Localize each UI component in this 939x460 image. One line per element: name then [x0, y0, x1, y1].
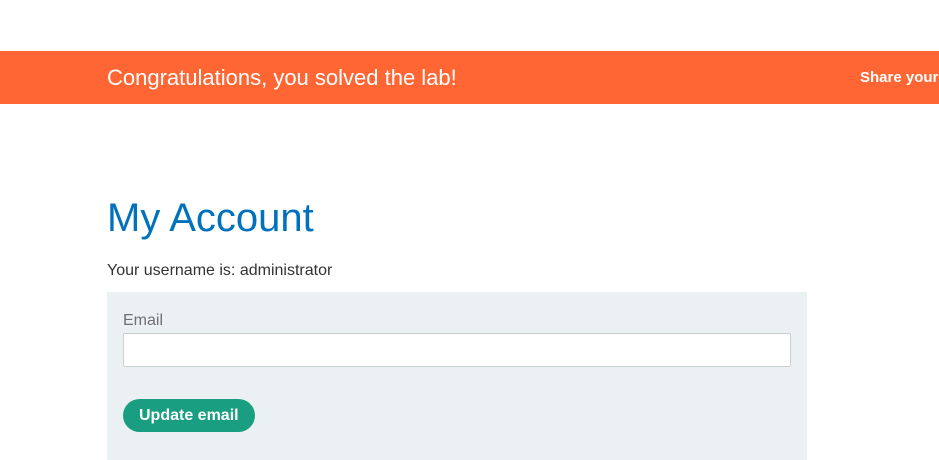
email-label: Email	[123, 312, 164, 329]
page-title: My Account	[107, 196, 314, 240]
banner-message: Congratulations, you solved the lab!	[107, 65, 457, 90]
share-link[interactable]: Share your	[860, 51, 938, 104]
lab-solved-banner: Congratulations, you solved the lab! Sha…	[0, 51, 939, 104]
email-input[interactable]	[123, 333, 791, 367]
page: Congratulations, you solved the lab! Sha…	[0, 0, 939, 460]
username-text: Your username is: administrator	[107, 262, 333, 279]
change-email-form: Email Update email	[107, 292, 807, 460]
update-email-button[interactable]: Update email	[123, 399, 255, 432]
